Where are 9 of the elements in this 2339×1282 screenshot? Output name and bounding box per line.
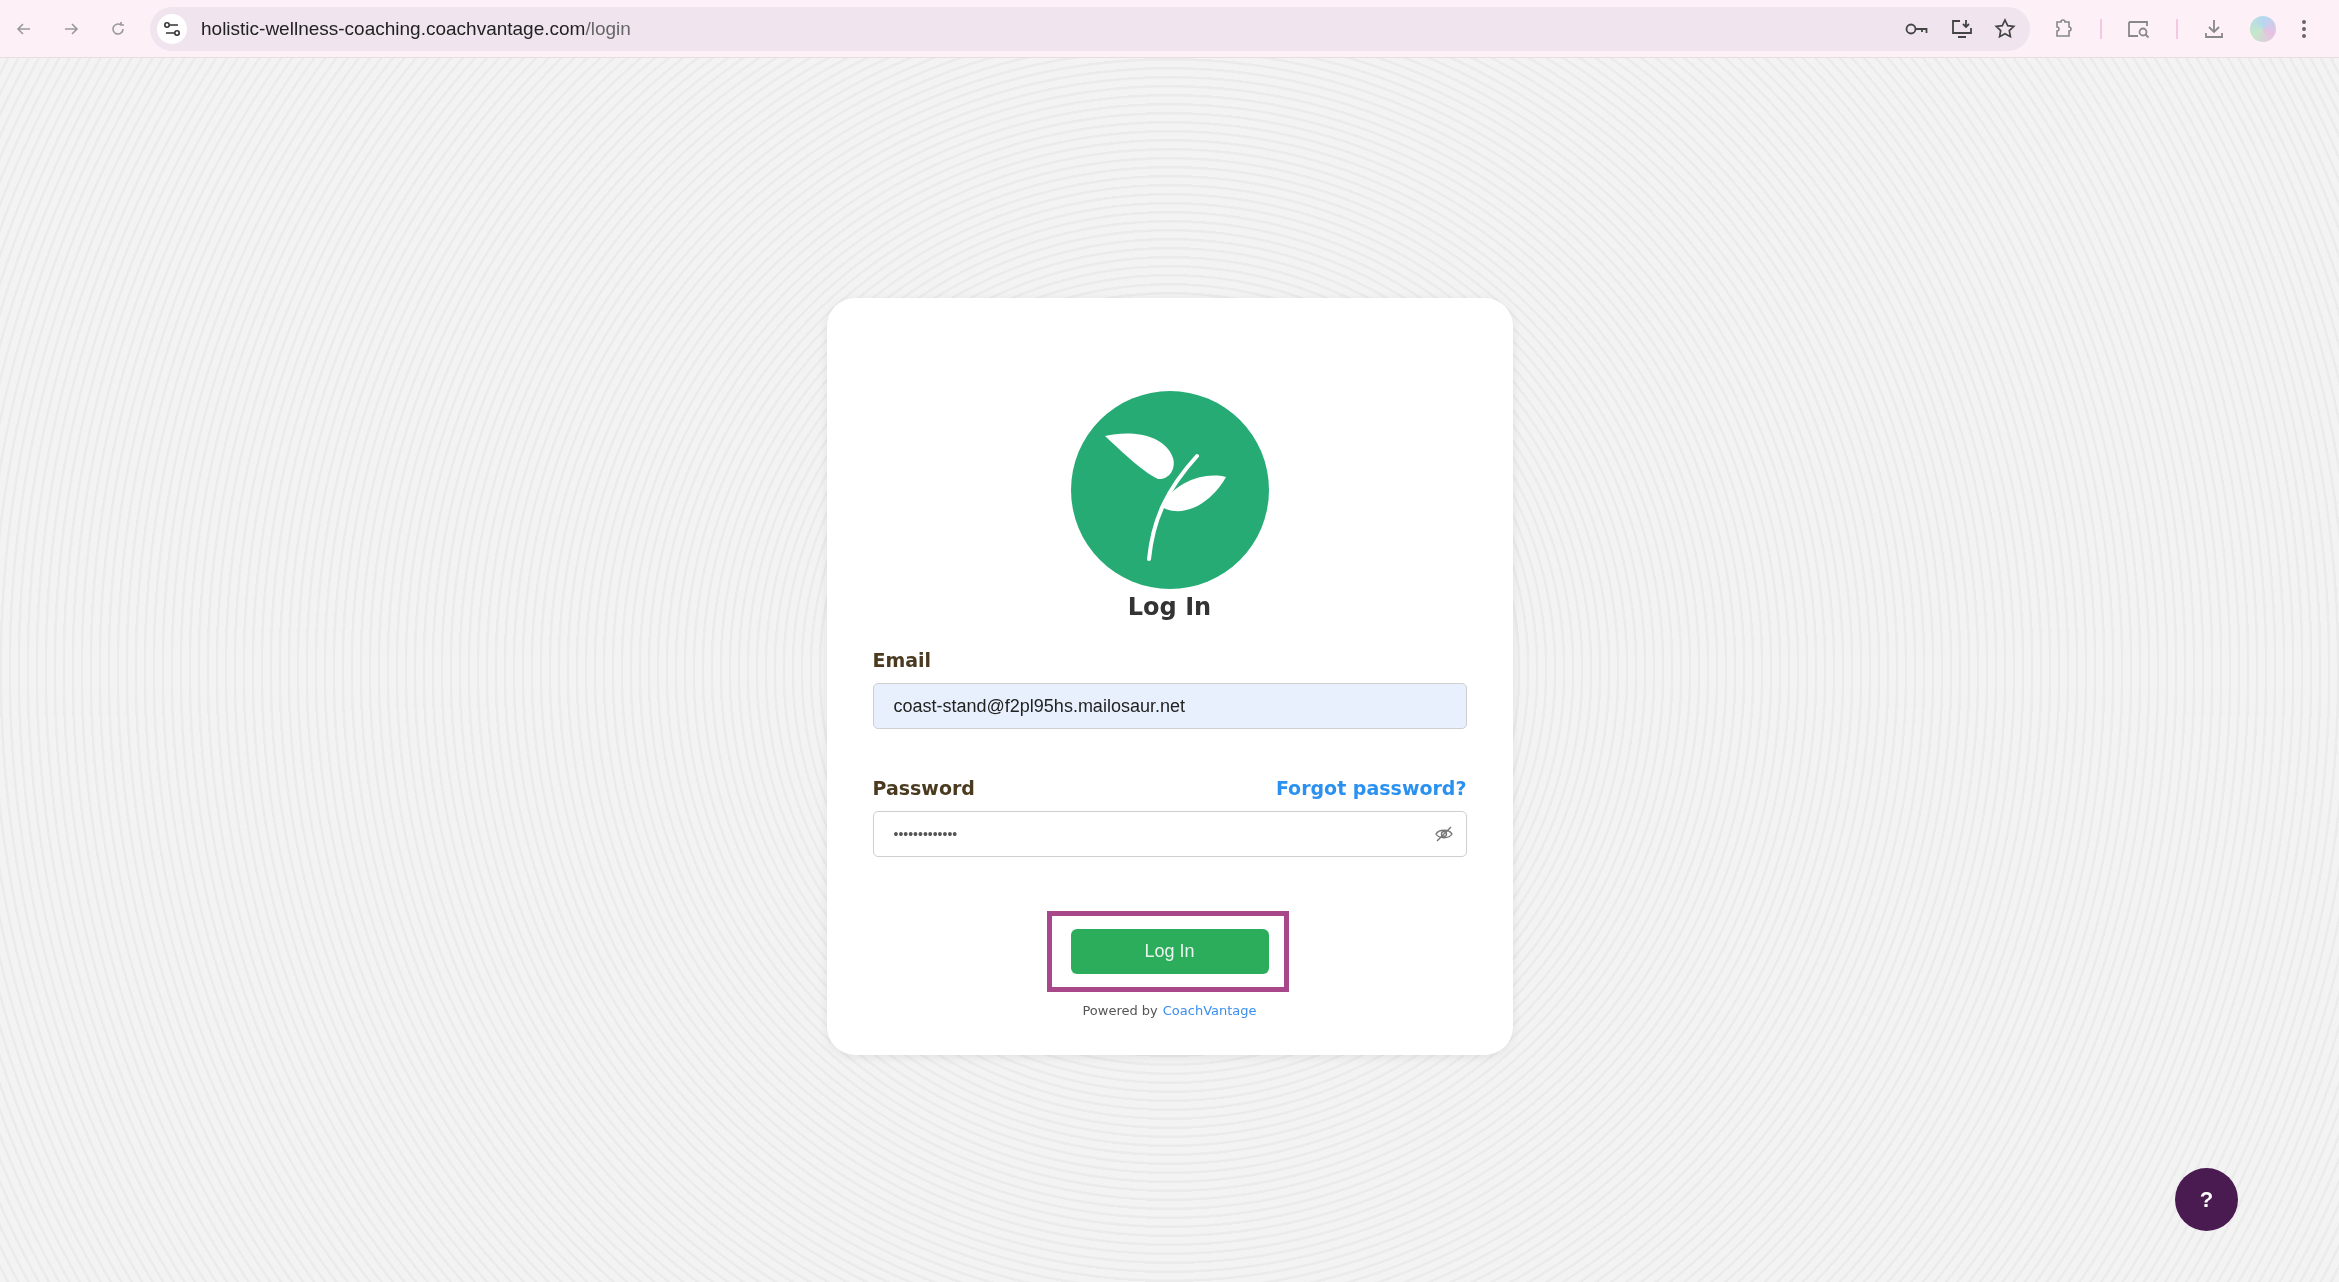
url-text: holistic-wellness-coaching.coachvantage.com/login <box>201 17 631 40</box>
help-button[interactable]: ? <box>2175 1168 2238 1231</box>
email-label: Email <box>872 649 933 671</box>
password-field[interactable]: ••••••••••••• <box>872 811 1467 857</box>
powered-by-text: Powered by <box>1082 1003 1158 1018</box>
email-field[interactable]: coast-stand@f2pl95hs.mailosaur.net <box>872 683 1467 729</box>
password-label: Password <box>872 777 975 799</box>
address-bar[interactable]: holistic-wellness-coaching.coachvantage.com/login <box>150 6 2030 51</box>
login-title: Log In <box>1127 593 1212 621</box>
